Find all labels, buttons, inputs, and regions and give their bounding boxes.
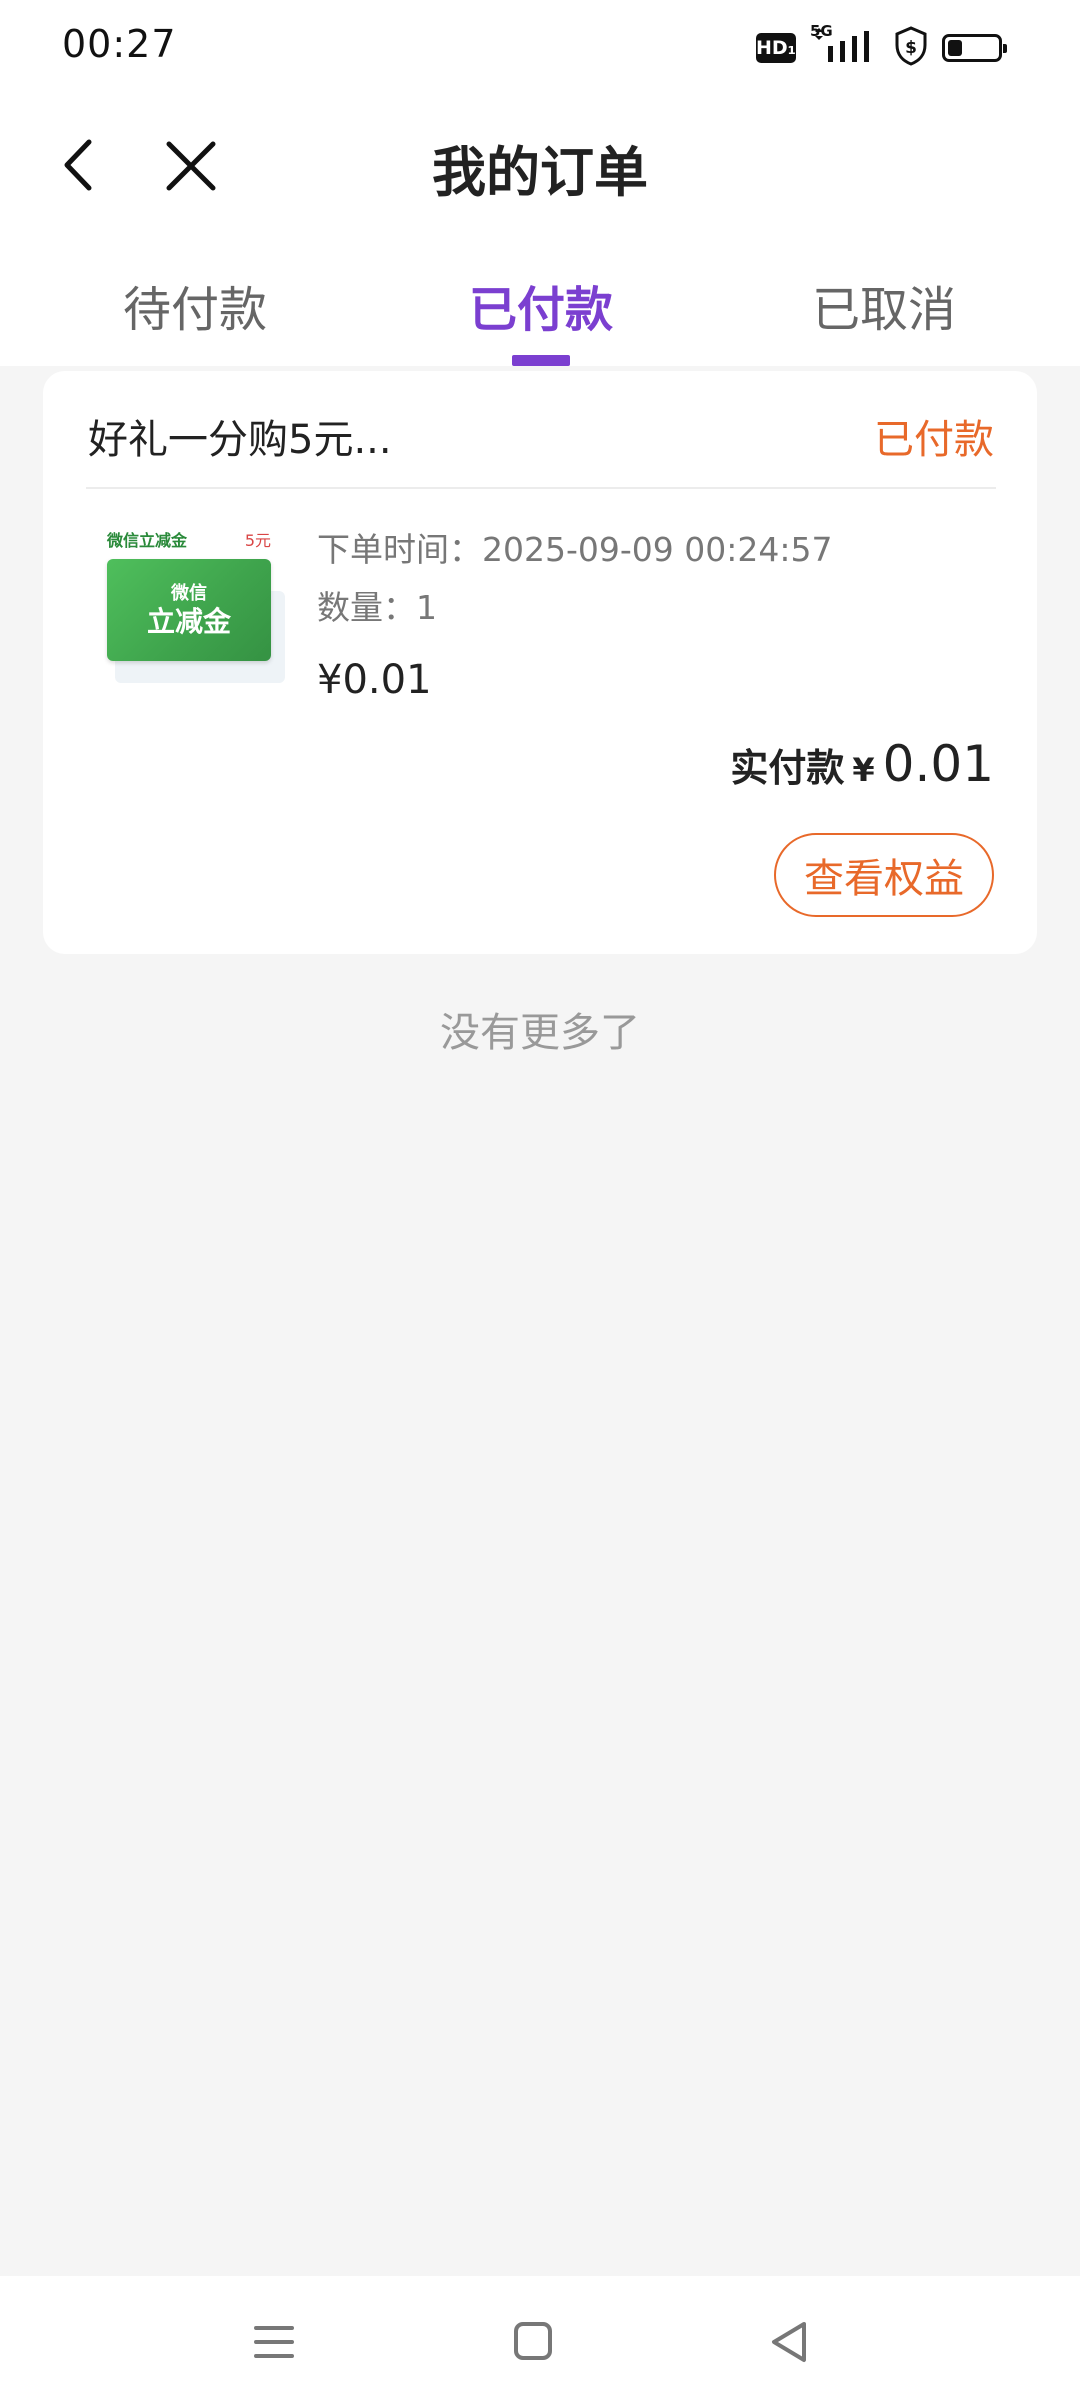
back-triangle-icon bbox=[772, 2322, 806, 2362]
paid-total-row: 实付款 ¥ 0.01 bbox=[730, 735, 994, 793]
thumbnail-price: 5元 bbox=[244, 531, 271, 550]
thumbnail-card-line2: 立减金 bbox=[146, 605, 231, 638]
thumbnail-card-line1: 微信 bbox=[171, 583, 207, 604]
order-product-name: 好礼一分购5元... bbox=[88, 417, 392, 463]
no-more-text: 没有更多了 bbox=[440, 1010, 640, 1056]
menu-button[interactable] bbox=[244, 2312, 304, 2372]
tab-cancelled[interactable]: 已取消 bbox=[734, 270, 1034, 340]
battery-icon bbox=[942, 34, 1007, 62]
svg-text:$: $ bbox=[905, 38, 917, 58]
page-title: 我的订单 bbox=[432, 141, 648, 204]
top-area: 00:27 HD₁ 5G $ 我的订单 待付款 已付款 已取消 bbox=[0, 0, 1080, 366]
thumbnail-card: 微信 立减金 bbox=[107, 559, 271, 661]
paid-currency-symbol: ¥ bbox=[852, 751, 875, 789]
signal-icon: 5G bbox=[810, 22, 880, 68]
back-nav-button[interactable] bbox=[760, 2312, 820, 2372]
status-time: 00:27 bbox=[62, 22, 177, 66]
system-nav-bar bbox=[0, 2276, 1080, 2408]
battery-fill bbox=[948, 40, 962, 56]
status-icons: HD₁ 5G $ bbox=[756, 22, 1007, 70]
thumbnail-label: 微信立减金 bbox=[107, 531, 188, 550]
security-shield-icon: $ bbox=[894, 26, 928, 70]
hd-icon: HD₁ bbox=[756, 33, 796, 63]
order-card[interactable]: 好礼一分购5元... 已付款 微信立减金 5元 微信 立减金 下单时间：2025… bbox=[43, 371, 1037, 954]
active-tab-indicator bbox=[512, 355, 570, 366]
view-benefits-button[interactable]: 查看权益 bbox=[774, 833, 994, 917]
tab-pending-payment[interactable]: 待付款 bbox=[45, 270, 345, 340]
card-divider bbox=[86, 487, 996, 489]
order-time: 下单时间：2025-09-09 00:24:57 bbox=[317, 530, 833, 569]
home-square-icon bbox=[514, 2322, 552, 2360]
network-label: 5G bbox=[810, 22, 833, 40]
order-status-badge: 已付款 bbox=[874, 417, 994, 463]
paid-total-label: 实付款 bbox=[730, 746, 845, 790]
home-button[interactable] bbox=[502, 2312, 562, 2372]
menu-icon bbox=[254, 2326, 294, 2358]
product-thumbnail: 微信立减金 5元 微信 立减金 bbox=[97, 521, 285, 683]
tab-paid[interactable]: 已付款 bbox=[391, 270, 691, 340]
order-tabs: 待付款 已付款 已取消 bbox=[0, 260, 1080, 366]
order-unit-price: ¥0.01 bbox=[317, 657, 432, 703]
paid-total-amount: 0.01 bbox=[882, 735, 994, 793]
order-quantity: 数量：1 bbox=[317, 588, 437, 627]
